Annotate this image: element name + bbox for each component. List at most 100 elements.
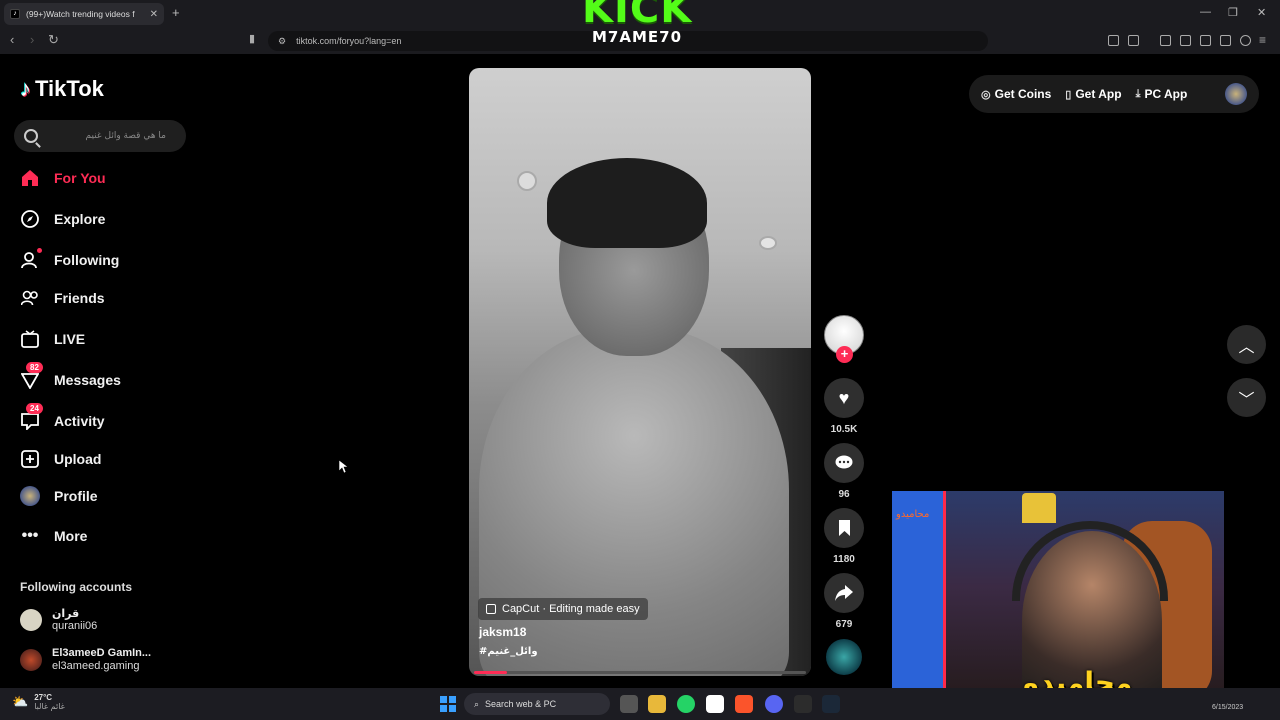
url-text: tiktok.com/foryou?lang=en [296, 36, 402, 46]
terminal-icon[interactable] [794, 695, 812, 713]
search-input[interactable] [46, 131, 166, 141]
capcut-label: CapCut · Editing made easy [502, 603, 640, 615]
maximize-icon[interactable]: ❐ [1228, 6, 1238, 19]
extensions-icon[interactable] [1108, 35, 1119, 46]
get-app-label: Get App [1075, 87, 1122, 101]
nav-friends[interactable]: Friends [20, 288, 105, 308]
search-icon[interactable] [24, 129, 38, 143]
video-author[interactable]: jaksm18 [479, 625, 526, 639]
streamer-name: M7AME70 [591, 28, 683, 46]
nav-for-you[interactable]: For You [20, 168, 106, 188]
nav-label: Activity [54, 413, 105, 429]
get-coins-label: Get Coins [994, 87, 1052, 101]
following-account[interactable]: قران quranii06 [20, 607, 97, 633]
previous-video-button[interactable]: ︿ [1227, 325, 1266, 364]
get-app-button[interactable]: ▯ Get App [1065, 87, 1121, 101]
avatar [20, 649, 42, 671]
avatar[interactable] [1225, 83, 1247, 105]
video-hashtag[interactable]: #وائل_غنيم [479, 646, 538, 657]
friends-icon [20, 288, 40, 308]
chevron-down-icon: ﹀ [1238, 391, 1255, 409]
chevron-up-icon: ︿ [1238, 338, 1255, 356]
account-name: El3ameeD GamIn... [52, 647, 152, 659]
capcut-badge[interactable]: CapCut · Editing made easy [478, 598, 648, 620]
browser-tab[interactable]: ♪ (99+)Watch trending videos f ✕ [4, 3, 164, 25]
tiktok-note-icon: ♪ [20, 76, 31, 101]
mouse-cursor-icon [339, 460, 348, 473]
back-icon[interactable]: ‹ [10, 32, 14, 47]
sidebar-icon[interactable] [1180, 35, 1191, 46]
avatar [20, 609, 42, 631]
next-video-button[interactable]: ﹀ [1227, 378, 1266, 417]
music-disc-icon[interactable] [826, 639, 862, 675]
minimize-icon[interactable]: — [1200, 6, 1211, 18]
weather-icon: ⛅ [12, 694, 29, 709]
ceiling-light [759, 236, 777, 250]
following-accounts-header: Following accounts [20, 580, 133, 594]
search-icon: ⌕ [474, 698, 480, 709]
windows-taskbar [0, 688, 1280, 720]
pc-app-label: PC App [1144, 87, 1188, 101]
share-arrow-icon[interactable] [824, 573, 864, 613]
nav-upload[interactable]: Upload [20, 449, 101, 469]
vpn-icon[interactable] [1240, 35, 1251, 46]
taskbar-date: 6/15/2023 [1212, 704, 1244, 711]
nav-profile[interactable]: Profile [20, 486, 98, 506]
steam-icon[interactable] [822, 695, 840, 713]
reader-icon[interactable] [1200, 35, 1211, 46]
weather-widget[interactable]: ⛅ 27°C غائم غالبا [12, 693, 65, 711]
forward-icon[interactable]: › [30, 32, 34, 47]
nav-explore[interactable]: Explore [20, 209, 105, 229]
bookmark-icon[interactable] [824, 508, 864, 548]
nav-activity[interactable]: 24 Activity [20, 403, 105, 431]
file-explorer-icon[interactable] [648, 695, 666, 713]
pc-app-button[interactable]: ⤓ PC App [1136, 87, 1188, 101]
video-progress-bar[interactable] [474, 671, 806, 674]
following-account[interactable]: El3ameeD GamIn... el3ameed.gaming [20, 647, 151, 673]
save-count: 1180 [833, 554, 855, 565]
nav-label: Explore [54, 211, 106, 227]
nav-live[interactable]: LIVE [20, 329, 85, 349]
like-action[interactable]: ♥ 10.5K [824, 378, 864, 435]
heart-icon[interactable]: ♥ [824, 378, 864, 418]
photos-icon[interactable] [706, 695, 724, 713]
taskbar-search[interactable]: ⌕ Search web & PC [464, 693, 610, 715]
whatsapp-icon[interactable] [677, 695, 695, 713]
follow-plus-button[interactable]: + [836, 346, 853, 363]
close-tab-icon[interactable]: ✕ [150, 9, 158, 20]
windows-start-icon[interactable] [440, 696, 456, 712]
search-bar[interactable] [14, 120, 186, 152]
notification-dot [37, 248, 42, 253]
discord-icon[interactable] [765, 695, 783, 713]
save-action[interactable]: 1180 [824, 508, 864, 565]
comment-icon[interactable] [824, 443, 864, 483]
tiktok-logo[interactable]: ♪ TikTok [20, 76, 104, 102]
share-action[interactable]: 679 [824, 573, 864, 630]
ai-icon[interactable] [1220, 35, 1231, 46]
nav-label: Upload [54, 451, 102, 467]
download-icon: ⤓ [1135, 87, 1141, 100]
reload-icon[interactable]: ↻ [48, 32, 59, 48]
wallet-icon[interactable] [1128, 35, 1139, 46]
site-info-icon[interactable]: ⚙ [278, 36, 286, 47]
media-icon[interactable] [1160, 35, 1171, 46]
brave-browser-icon[interactable] [735, 695, 753, 713]
get-coins-button[interactable]: ◎ Get Coins [981, 87, 1051, 101]
nav-label: Profile [54, 488, 98, 504]
nav-following[interactable]: Following [20, 248, 119, 270]
video-player[interactable] [469, 68, 811, 676]
menu-icon[interactable]: ≡ [1259, 33, 1266, 47]
nav-messages[interactable]: 82 Messages [20, 362, 121, 390]
comment-action[interactable]: 96 [824, 443, 864, 500]
lamp [1022, 493, 1056, 523]
webcam-background-door [892, 491, 946, 704]
nav-more[interactable]: ••• More [20, 526, 88, 546]
close-window-icon[interactable]: ✕ [1257, 6, 1266, 19]
compass-icon [20, 209, 40, 229]
task-view-icon[interactable] [620, 695, 638, 713]
new-tab-icon[interactable]: + [172, 5, 180, 20]
bookmark-icon[interactable]: ▮ [249, 32, 255, 45]
taskbar-search-label: Search web & PC [485, 699, 557, 709]
neon-sign: محاميدو [896, 509, 930, 520]
tiktok-favicon-icon: ♪ [10, 9, 20, 19]
